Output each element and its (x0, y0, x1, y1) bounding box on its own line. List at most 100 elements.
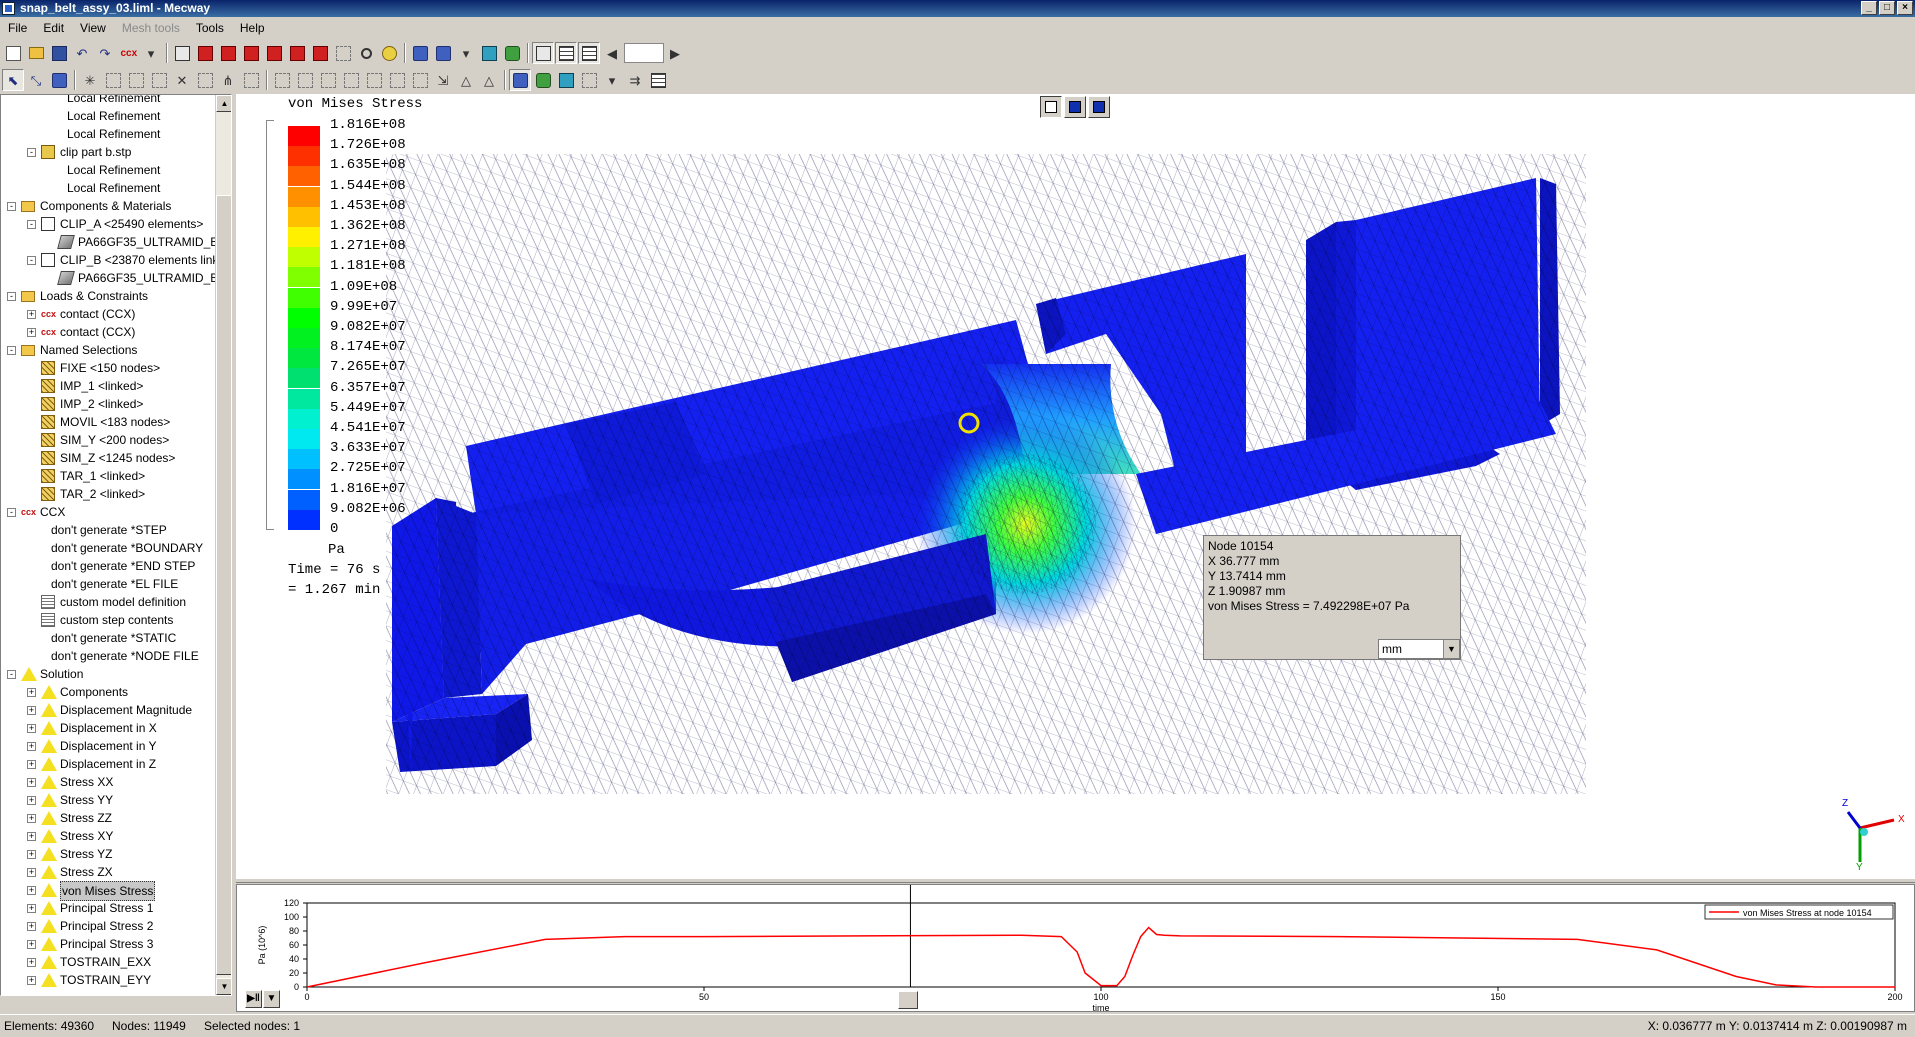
expand-toggle[interactable]: + (27, 832, 36, 841)
expand-toggle[interactable]: + (27, 814, 36, 823)
tree-item[interactable]: custom step contents (1, 611, 215, 629)
3d-viewport[interactable] (236, 94, 1915, 878)
tree-item[interactable]: Local Refinement (1, 125, 215, 143)
collapse-toggle[interactable]: - (27, 148, 36, 157)
view-front-button[interactable] (194, 42, 216, 64)
tool-7-button[interactable]: ⋔ (217, 69, 239, 91)
tree-item[interactable]: Local Refinement (1, 161, 215, 179)
tree-item[interactable]: + von Mises Stress (1, 881, 215, 901)
play-pause-button[interactable]: ▶‖ (245, 990, 262, 1008)
redo-button[interactable]: ↷ (94, 42, 116, 64)
menu-tools[interactable]: Tools (188, 21, 232, 35)
vectors-button[interactable] (555, 69, 577, 91)
expand-toggle[interactable]: + (27, 742, 36, 751)
solve-dropdown-button[interactable]: ▾ (140, 42, 162, 64)
tree-item[interactable]: + Stress ZX (1, 863, 215, 881)
tree-item[interactable]: Local Refinement (1, 107, 215, 125)
save-button[interactable] (48, 42, 70, 64)
wireframe-button[interactable] (555, 42, 577, 64)
tree-item[interactable]: FIXE <150 nodes> (1, 359, 215, 377)
tool-16-button[interactable]: ⇲ (432, 69, 454, 91)
tool-9-button[interactable] (271, 69, 293, 91)
tree-item[interactable]: - Components & Materials (1, 197, 215, 215)
tree-item[interactable]: + ccx contact (CCX) (1, 323, 215, 341)
menu-help[interactable]: Help (232, 21, 273, 35)
tree-item[interactable]: PA66GF35_ULTRAMID_BA (1, 233, 215, 251)
tool-18-button[interactable]: △ (478, 69, 500, 91)
tree-item[interactable]: PA66GF35_ULTRAMID_BA (1, 269, 215, 287)
menu-file[interactable]: File (0, 21, 35, 35)
expand-toggle[interactable]: + (27, 868, 36, 877)
tree-item[interactable]: + Stress ZZ (1, 809, 215, 827)
tree-item[interactable]: don't generate *NODE FILE (1, 647, 215, 665)
deformed-button[interactable] (532, 69, 554, 91)
tree-item[interactable]: IMP_1 <linked> (1, 377, 215, 395)
view-mode-wire-button[interactable] (1040, 96, 1062, 118)
tree-scrollbar[interactable]: ▲ ▼ (215, 95, 231, 995)
scroll-up-button[interactable]: ▲ (216, 95, 231, 112)
view-right-button[interactable] (263, 42, 285, 64)
tree-item[interactable]: + Stress XY (1, 827, 215, 845)
fem-model[interactable] (236, 94, 1915, 878)
tree-item[interactable]: + Principal Stress 2 (1, 917, 215, 935)
open-file-button[interactable] (25, 42, 47, 64)
prev-step-button[interactable]: ◀ (601, 42, 623, 64)
view-top-button[interactable] (286, 42, 308, 64)
expand-toggle[interactable]: + (27, 850, 36, 859)
tree-item[interactable]: + Principal Stress 1 (1, 899, 215, 917)
view-back-button[interactable] (217, 42, 239, 64)
collapse-toggle[interactable]: - (7, 292, 16, 301)
expand-toggle[interactable]: + (27, 778, 36, 787)
rotate-button[interactable] (378, 42, 400, 64)
tree-item[interactable]: don't generate *STEP (1, 521, 215, 539)
collapse-toggle[interactable]: - (7, 202, 16, 211)
tree-item[interactable]: + Stress XX (1, 773, 215, 791)
menu-mesh-tools[interactable]: Mesh tools (114, 21, 188, 35)
view-bottom-button[interactable] (309, 42, 331, 64)
select-button[interactable]: ⬉ (2, 69, 24, 91)
clip-button[interactable] (432, 42, 454, 64)
tree-item[interactable]: IMP_2 <linked> (1, 395, 215, 413)
shaded-button[interactable] (532, 42, 554, 64)
tree-item[interactable]: + Stress YZ (1, 845, 215, 863)
expand-toggle[interactable]: + (27, 724, 36, 733)
collapse-toggle[interactable]: - (27, 220, 36, 229)
play-dropdown-button[interactable]: ▼ (263, 990, 280, 1008)
tree-item[interactable]: - Named Selections (1, 341, 215, 359)
collapse-toggle[interactable]: - (7, 346, 16, 355)
animate-button[interactable] (578, 69, 600, 91)
zoom-button[interactable] (355, 42, 377, 64)
surface-button[interactable] (501, 42, 523, 64)
section-button[interactable] (409, 42, 431, 64)
select-node-button[interactable]: ⤡ (25, 69, 47, 91)
expand-toggle[interactable]: + (27, 940, 36, 949)
tree-item[interactable]: TAR_2 <linked> (1, 485, 215, 503)
expand-toggle[interactable]: + (27, 760, 36, 769)
expand-toggle[interactable]: + (27, 328, 36, 337)
tool-12-button[interactable] (340, 69, 362, 91)
tree-item[interactable]: TAR_1 <linked> (1, 467, 215, 485)
table-button[interactable] (647, 69, 669, 91)
tree-item[interactable]: + TOSTRAIN_EYY (1, 971, 215, 989)
tool-10-button[interactable] (294, 69, 316, 91)
scroll-down-button[interactable]: ▼ (216, 978, 231, 995)
tree-item[interactable]: don't generate *END STEP (1, 557, 215, 575)
tree-item[interactable]: SIM_Y <200 nodes> (1, 431, 215, 449)
animate-dropdown-button[interactable]: ▾ (601, 69, 623, 91)
tree-item[interactable]: + Principal Stress 3 (1, 935, 215, 953)
tool-5-button[interactable]: ✕ (171, 69, 193, 91)
scroll-thumb[interactable] (216, 195, 231, 975)
tool-4-button[interactable] (148, 69, 170, 91)
unit-select[interactable]: mm ▼ (1378, 639, 1460, 659)
tool-15-button[interactable] (409, 69, 431, 91)
expand-toggle[interactable]: + (27, 958, 36, 967)
expand-toggle[interactable]: + (27, 904, 36, 913)
tool-3-button[interactable] (125, 69, 147, 91)
select-connected-button[interactable] (48, 69, 70, 91)
new-file-button[interactable] (2, 42, 24, 64)
tree-item[interactable]: + Components (1, 683, 215, 701)
tree-item[interactable]: + Stress YY (1, 791, 215, 809)
tool-2-button[interactable] (102, 69, 124, 91)
tree-item[interactable]: - CLIP_A <25490 elements> (1, 215, 215, 233)
maximize-button[interactable]: □ (1879, 1, 1895, 15)
